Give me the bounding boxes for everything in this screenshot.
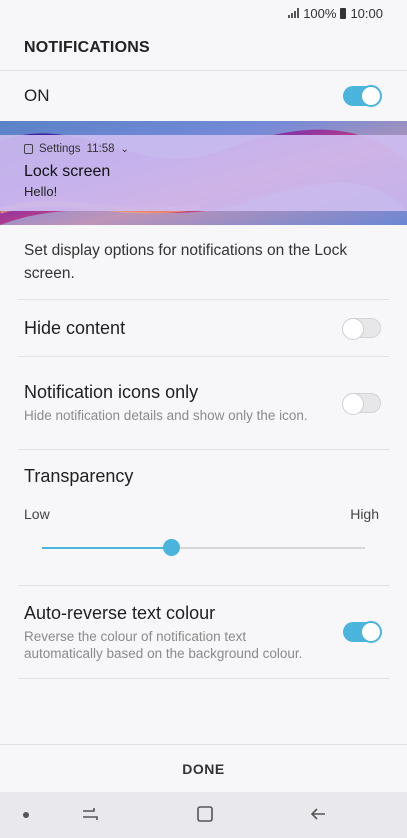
settings-app-icon xyxy=(24,144,33,154)
icons-only-description: Hide notification details and show only … xyxy=(24,408,308,423)
transparency-section: Transparency xyxy=(0,450,407,487)
recent-apps-icon[interactable] xyxy=(80,804,100,824)
icons-only-row[interactable]: Notification icons only Hide notificatio… xyxy=(0,357,407,449)
transparency-scale-labels: Low High xyxy=(0,506,407,522)
toggle-knob xyxy=(360,621,382,643)
lock-screen-preview: Settings 11:58 ⌄ Lock screen Hello! xyxy=(0,121,407,225)
master-switch-toggle[interactable] xyxy=(343,85,382,107)
transparency-slider[interactable] xyxy=(42,536,365,560)
status-bar: 100% 10:00 xyxy=(0,0,407,26)
notification-body: Hello! xyxy=(24,184,58,199)
auto-reverse-row[interactable]: Auto-reverse text colour Reverse the col… xyxy=(0,586,407,678)
hide-content-label: Hide content xyxy=(24,317,126,338)
battery-percent: 100% xyxy=(303,5,337,21)
chevron-down-icon: ⌄ xyxy=(120,143,129,155)
transparency-low-label: Low xyxy=(24,506,50,522)
auto-reverse-description: Reverse the colour of notification text … xyxy=(24,628,303,661)
clock: 10:00 xyxy=(350,5,383,21)
home-icon[interactable] xyxy=(195,804,215,824)
master-switch-row[interactable]: ON xyxy=(0,70,407,121)
transparency-label: Transparency xyxy=(24,466,134,486)
auto-reverse-toggle[interactable] xyxy=(343,621,382,643)
back-icon[interactable] xyxy=(308,804,328,824)
icons-only-label: Notification icons only xyxy=(24,382,199,402)
toggle-knob xyxy=(342,393,364,415)
battery-icon xyxy=(340,7,347,19)
done-button[interactable]: DONE xyxy=(0,744,407,793)
notification-app-name: Settings xyxy=(39,143,81,155)
nav-dot-indicator xyxy=(23,812,29,818)
master-switch-label: ON xyxy=(24,86,50,105)
description-text: Set display options for notifications on… xyxy=(24,242,348,282)
navigation-bar xyxy=(0,792,407,838)
notification-title: Lock screen xyxy=(24,163,111,180)
page-title: NOTIFICATIONS xyxy=(24,39,150,56)
toggle-knob xyxy=(360,85,382,107)
toggle-knob xyxy=(342,318,364,340)
notification-meta: Settings 11:58 ⌄ xyxy=(24,143,383,155)
hide-content-toggle[interactable] xyxy=(342,318,381,340)
notification-time: 11:58 xyxy=(86,143,115,155)
transparency-high-label: High xyxy=(350,506,379,522)
signal-icon xyxy=(288,8,300,18)
slider-thumb[interactable] xyxy=(163,539,181,556)
auto-reverse-label: Auto-reverse text colour xyxy=(24,602,216,623)
notification-card: Settings 11:58 ⌄ Lock screen Hello! xyxy=(0,135,407,211)
slider-fill xyxy=(42,547,172,549)
icons-only-toggle[interactable] xyxy=(342,393,381,415)
hide-content-row[interactable]: Hide content xyxy=(0,300,407,356)
divider xyxy=(18,678,389,679)
